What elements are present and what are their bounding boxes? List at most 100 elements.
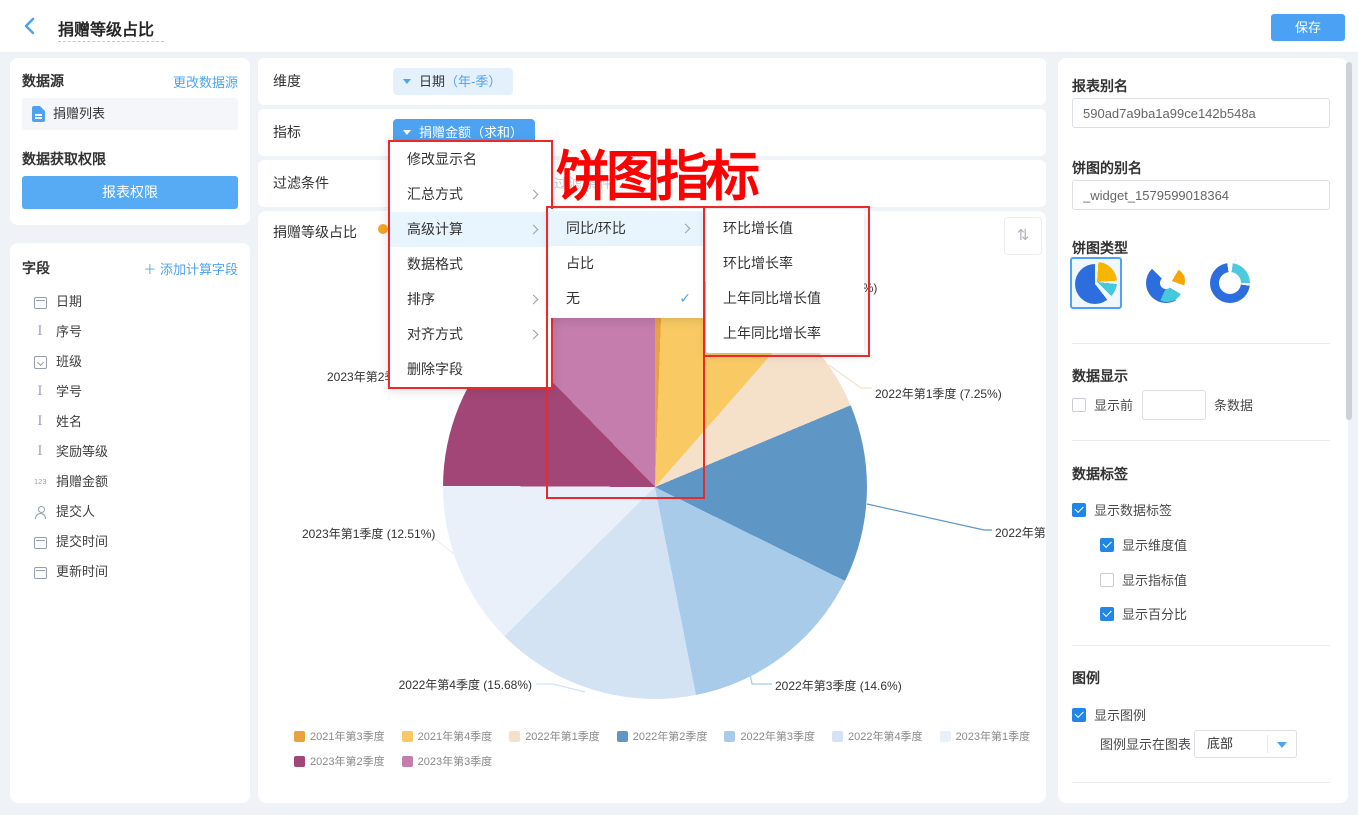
field-item-label: 更新时间 xyxy=(56,557,108,587)
field-item-更新时间[interactable]: 更新时间 xyxy=(10,557,250,587)
legend-item-2023年第3季度[interactable]: 2023年第3季度 xyxy=(402,753,493,769)
legend-label: 2022年第2季度 xyxy=(633,728,708,744)
chevron-down-icon xyxy=(403,130,411,135)
metric-menu-item[interactable]: 汇总方式 xyxy=(390,177,551,212)
save-button[interactable]: 保存 xyxy=(1271,14,1345,41)
field-item-序号[interactable]: I序号 xyxy=(10,317,250,347)
legend-item-2021年第3季度[interactable]: 2021年第3季度 xyxy=(294,728,385,744)
field-item-label: 学号 xyxy=(56,377,82,407)
checkbox-显示维度值[interactable] xyxy=(1100,538,1114,552)
annotation-text: 饼图指标 xyxy=(556,146,756,206)
show-legend-checkbox[interactable] xyxy=(1072,708,1086,722)
advanced-menu-item[interactable]: 占比 xyxy=(549,246,703,281)
legend-label: 2022年第1季度 xyxy=(525,728,600,744)
legend-row: 2021年第3季度 2021年第4季度 2022年第1季度 2022年第2季度 2022… xyxy=(294,728,1034,744)
advanced-calc-submenu: 同比/环比占比无✓ xyxy=(549,209,703,318)
donut-pie-icon[interactable] xyxy=(1210,263,1250,303)
legend-swatch xyxy=(402,731,413,742)
legend-position-label: 图例显示在图表 xyxy=(1100,737,1191,752)
field-item-提交时间[interactable]: 提交时间 xyxy=(10,527,250,557)
change-datasource-link[interactable]: 更改数据源 xyxy=(173,72,238,91)
menu-item-label: 汇总方式 xyxy=(407,186,463,202)
field-item-label: 日期 xyxy=(56,287,82,317)
metric-menu-item[interactable]: 高级计算 xyxy=(390,212,551,247)
advanced-menu-item[interactable]: 同比/环比 xyxy=(549,211,703,246)
legend-swatch xyxy=(832,731,843,742)
legend-swatch xyxy=(294,756,305,767)
field-item-label: 班级 xyxy=(56,347,82,377)
menu-item-label: 环比增长值 xyxy=(723,220,793,236)
select-icon xyxy=(34,356,47,369)
chevron-right-icon xyxy=(529,330,539,340)
yoy-menu-item[interactable]: 环比增长率 xyxy=(706,246,864,281)
legend-swatch xyxy=(617,731,628,742)
yoy-menu-item[interactable]: 环比增长值 xyxy=(706,211,864,246)
legend-item-2021年第4季度[interactable]: 2021年第4季度 xyxy=(402,728,493,744)
pie-type-basic-selected-box[interactable] xyxy=(1070,257,1122,309)
yoy-menu-item[interactable]: 上年同比增长值 xyxy=(706,281,864,316)
field-item-奖励等级[interactable]: I奖励等级 xyxy=(10,437,250,467)
metric-menu-item[interactable]: 对齐方式 xyxy=(390,317,551,352)
back-icon[interactable] xyxy=(22,16,38,36)
sort-icon[interactable]: ⇅ xyxy=(1004,217,1042,255)
pie-label-2023年第1季度: 2023年第1季度 (12.51%) xyxy=(302,525,435,542)
yoy-menu-item[interactable]: 上年同比增长率 xyxy=(706,316,864,351)
field-item-label: 捐赠金额 xyxy=(56,467,108,497)
legend-item-2023年第2季度[interactable]: 2023年第2季度 xyxy=(294,753,385,769)
chart-title: 捐赠等级占比 xyxy=(273,222,357,242)
datasource-card: 数据源 更改数据源 捐赠列表 数据获取权限 报表权限 xyxy=(10,58,250,225)
scrollbar-thumb[interactable] xyxy=(1346,62,1352,420)
add-calc-field-link[interactable]: ＋ 添加计算字段 xyxy=(143,259,238,278)
chart-legend: 2021年第3季度 2021年第4季度 2022年第1季度 2022年第2季度 2022… xyxy=(294,728,1034,778)
field-item-姓名[interactable]: I姓名 xyxy=(10,407,250,437)
field-item-日期[interactable]: 日期 xyxy=(10,287,250,317)
drag-handle-icon[interactable] xyxy=(378,224,388,234)
legend-label: 2023年第2季度 xyxy=(310,753,385,769)
rose-pie-icon[interactable] xyxy=(1146,263,1186,303)
divider xyxy=(1072,782,1330,783)
legend-item-2022年第1季度[interactable]: 2022年第1季度 xyxy=(509,728,600,744)
legend-swatch xyxy=(402,756,413,767)
field-item-label: 姓名 xyxy=(56,407,82,437)
pie-label-2022年第3季度: 2022年第3季度 (14.6%) xyxy=(775,677,902,694)
menu-item-label: 同比/环比 xyxy=(566,220,626,236)
pie-alias-input[interactable] xyxy=(1072,180,1330,210)
checkbox-显示数据标签[interactable] xyxy=(1072,503,1086,517)
legend-label: 2021年第3季度 xyxy=(310,728,385,744)
show-top-checkbox[interactable] xyxy=(1072,398,1086,412)
metric-menu-item[interactable]: 数据格式 xyxy=(390,247,551,282)
field-item-捐赠金额[interactable]: 123捐赠金额 xyxy=(10,467,250,497)
metric-menu-item[interactable]: 修改显示名 xyxy=(390,142,551,177)
legend-item-2022年第4季度[interactable]: 2022年第4季度 xyxy=(832,728,923,744)
metric-menu-item[interactable]: 删除字段 xyxy=(390,352,551,387)
report-alias-input[interactable] xyxy=(1072,98,1330,128)
field-item-学号[interactable]: I学号 xyxy=(10,377,250,407)
legend-position-value: 底部 xyxy=(1207,731,1233,757)
pie-label-2022年第2季度: 2022年第2季度 (13.6%) xyxy=(995,524,1046,541)
legend-position-select[interactable]: 底部 xyxy=(1194,730,1297,758)
data-label-title: 数据标签 xyxy=(1072,464,1128,484)
checkbox-显示指标值[interactable] xyxy=(1100,573,1114,587)
fields-card: 字段 ＋ 添加计算字段 日期I序号班级I学号I姓名I奖励等级123捐赠金额提交人… xyxy=(10,243,250,803)
field-item-label: 提交时间 xyxy=(56,527,108,557)
menu-item-label: 高级计算 xyxy=(407,221,463,237)
divider xyxy=(1072,343,1330,344)
checkbox-显示百分比[interactable] xyxy=(1100,607,1114,621)
dimension-pill[interactable]: 日期（年-季） xyxy=(393,68,513,95)
field-item-label: 奖励等级 xyxy=(56,437,108,467)
datasource-item[interactable]: 捐赠列表 xyxy=(22,98,238,130)
field-item-班级[interactable]: 班级 xyxy=(10,347,250,377)
legend-item-2023年第1季度[interactable]: 2023年第1季度 xyxy=(940,728,1031,744)
legend-item-2022年第3季度[interactable]: 2022年第3季度 xyxy=(724,728,815,744)
legend-label: 2021年第4季度 xyxy=(418,728,493,744)
show-legend-label: 显示图例 xyxy=(1094,708,1146,723)
report-permission-button[interactable]: 报表权限 xyxy=(22,176,238,209)
show-top-count-input[interactable] xyxy=(1142,390,1206,420)
legend-item-2022年第2季度[interactable]: 2022年第2季度 xyxy=(617,728,708,744)
datasource-item-label: 捐赠列表 xyxy=(53,98,105,130)
dimension-label: 维度 xyxy=(273,58,301,105)
metric-menu-item[interactable]: 排序 xyxy=(390,282,551,317)
advanced-menu-item[interactable]: 无✓ xyxy=(549,281,703,316)
settings-panel: 报表别名 饼图的别名 饼图类型 数据显示 显示前 条数据 数据标签 显 xyxy=(1058,58,1348,803)
field-item-提交人[interactable]: 提交人 xyxy=(10,497,250,527)
